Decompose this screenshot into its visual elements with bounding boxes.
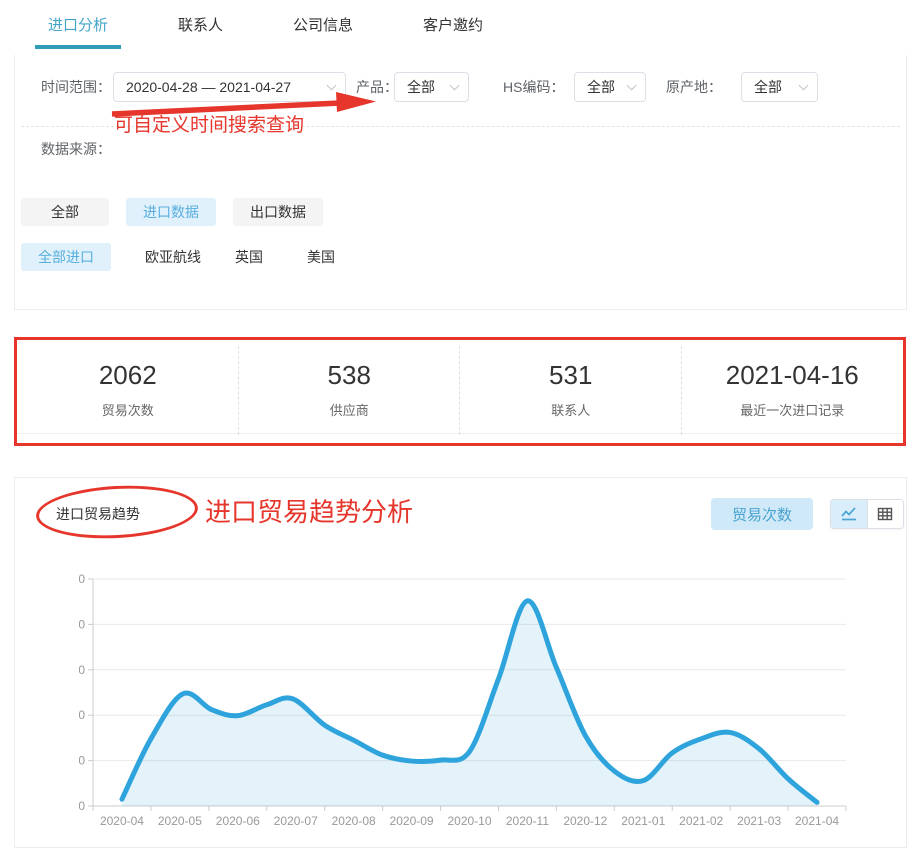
date-range-label: 时间范围： xyxy=(41,72,111,102)
tab-label: 联系人 xyxy=(178,17,223,34)
stat-value: 531 xyxy=(460,360,682,391)
chart-panel: 进口贸易趋势 贸易次数 0 100 200 300 400 500 2020-04 2020-… xyxy=(14,477,907,848)
stat-value: 538 xyxy=(239,360,461,391)
trend-area-chart[interactable]: 0 100 200 300 400 500 2020-04 2020-05 2020-06 202… xyxy=(79,567,869,842)
svg-text:2020-09: 2020-09 xyxy=(390,814,434,828)
table-icon xyxy=(875,504,895,524)
svg-text:2020-06: 2020-06 xyxy=(216,814,260,828)
stat-label: 贸易次数 xyxy=(17,400,239,419)
route-tabs: 全部进口 欧亚航线 英国 美国 xyxy=(15,243,906,271)
stats-annotation-red-box: 2062 贸易次数 538 供应商 531 联系人 2021-04-16 最近一… xyxy=(14,337,906,446)
svg-text:100: 100 xyxy=(79,754,85,768)
tab-customer-invite[interactable]: 客户邀约 xyxy=(423,0,483,55)
stat-value: 2062 xyxy=(17,360,239,391)
stat-value: 2021-04-16 xyxy=(682,360,904,391)
line-chart-icon xyxy=(839,504,859,524)
stat-label: 联系人 xyxy=(460,400,682,419)
tab-contacts[interactable]: 联系人 xyxy=(178,0,223,55)
svg-text:500: 500 xyxy=(79,572,85,586)
source-button-import-data[interactable]: 进口数据 xyxy=(126,198,216,226)
hs-code-value: 全部 xyxy=(587,79,615,95)
dashed-divider xyxy=(21,126,900,127)
date-range-select[interactable]: 2020-04-28 — 2021-04-27 xyxy=(113,72,346,102)
stat-contacts: 531 联系人 xyxy=(460,356,682,419)
hs-code-select[interactable]: 全部 xyxy=(574,72,646,102)
stat-label: 供应商 xyxy=(239,400,461,419)
date-range-value: 2020-04-28 — 2021-04-27 xyxy=(126,79,291,95)
svg-text:300: 300 xyxy=(79,663,85,677)
tab-label: 公司信息 xyxy=(293,17,353,34)
filter-row: 时间范围： 2020-04-28 — 2021-04-27 产品： 全部 HS编… xyxy=(15,72,906,102)
stats-panel: 2062 贸易次数 538 供应商 531 联系人 2021-04-16 最近一… xyxy=(17,342,903,434)
svg-text:2020-04: 2020-04 xyxy=(100,814,144,828)
route-tab-eurasia-route[interactable]: 欧亚航线 xyxy=(137,243,209,271)
chart-title: 进口贸易趋势 xyxy=(56,504,140,524)
tab-label: 进口分析 xyxy=(48,17,108,34)
chevron-down-icon xyxy=(450,81,460,91)
chevron-down-icon xyxy=(627,81,637,91)
svg-text:2020-08: 2020-08 xyxy=(332,814,376,828)
svg-text:2021-01: 2021-01 xyxy=(621,814,665,828)
product-value: 全部 xyxy=(407,79,435,95)
chart-view-toggle xyxy=(830,499,904,529)
metric-button-trade-count[interactable]: 贸易次数 xyxy=(711,498,813,530)
svg-text:2020-12: 2020-12 xyxy=(563,814,607,828)
stat-trade-count: 2062 贸易次数 xyxy=(17,356,239,419)
source-button-all[interactable]: 全部 xyxy=(21,198,109,226)
data-source-label: 数据来源： xyxy=(41,139,111,159)
origin-select[interactable]: 全部 xyxy=(741,72,818,102)
table-view-button[interactable] xyxy=(867,500,904,528)
svg-text:2021-03: 2021-03 xyxy=(737,814,781,828)
filter-panel: 时间范围： 2020-04-28 — 2021-04-27 产品： 全部 HS编… xyxy=(14,55,907,310)
origin-value: 全部 xyxy=(754,79,782,95)
data-source-buttons: 全部 进口数据 出口数据 xyxy=(15,198,906,226)
route-tab-uk[interactable]: 英国 xyxy=(231,243,267,271)
stat-last-import-record: 2021-04-16 最近一次进口记录 xyxy=(682,356,904,419)
hs-code-label: HS编码： xyxy=(503,72,564,102)
tab-label: 客户邀约 xyxy=(423,17,483,34)
svg-text:2020-11: 2020-11 xyxy=(506,814,549,828)
product-select[interactable]: 全部 xyxy=(394,72,469,102)
stat-label: 最近一次进口记录 xyxy=(682,400,904,419)
tab-bar: 进口分析 联系人 公司信息 客户邀约 xyxy=(0,0,909,55)
product-label: 产品： xyxy=(356,72,398,102)
route-tab-usa[interactable]: 美国 xyxy=(303,243,339,271)
source-button-export-data[interactable]: 出口数据 xyxy=(233,198,323,226)
origin-label: 原产地： xyxy=(666,72,722,102)
import-analysis-page: 进口分析 联系人 公司信息 客户邀约 时间范围： 2020-04-28 — 20… xyxy=(0,0,909,848)
svg-text:2020-05: 2020-05 xyxy=(158,814,202,828)
chevron-down-icon xyxy=(327,81,337,91)
svg-text:2020-10: 2020-10 xyxy=(447,814,491,828)
svg-text:400: 400 xyxy=(79,617,85,631)
svg-text:2021-04: 2021-04 xyxy=(795,814,839,828)
svg-text:200: 200 xyxy=(79,708,85,722)
tab-company-info[interactable]: 公司信息 xyxy=(293,0,353,55)
stat-suppliers: 538 供应商 xyxy=(239,356,461,419)
svg-text:2021-02: 2021-02 xyxy=(679,814,723,828)
active-tab-underline xyxy=(35,45,121,49)
tab-import-analysis[interactable]: 进口分析 xyxy=(48,0,108,55)
line-chart-view-button[interactable] xyxy=(831,500,867,528)
svg-text:0: 0 xyxy=(79,799,85,813)
chevron-down-icon xyxy=(799,81,809,91)
svg-text:2020-07: 2020-07 xyxy=(274,814,318,828)
route-tab-all-imports[interactable]: 全部进口 xyxy=(21,243,111,271)
